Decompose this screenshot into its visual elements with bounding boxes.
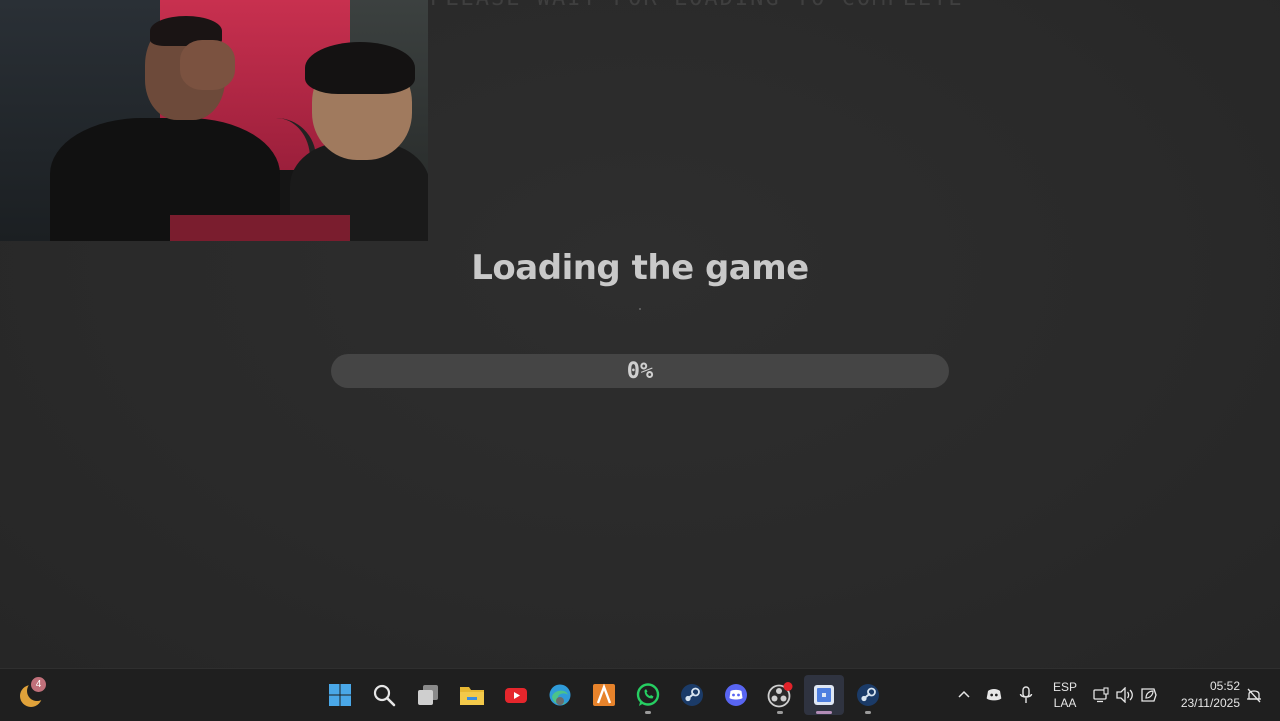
discord-icon [986,689,1002,701]
date-display: 23/11/2025 [1180,696,1240,710]
discord-icon [725,684,747,706]
windows-taskbar: 4 ESP LAA 05:52 23/11/2025 [0,668,1280,721]
file-explorer-button[interactable] [452,675,492,715]
notifications-button[interactable] [1246,669,1262,721]
running-indicator [777,711,783,714]
webcam-overlay [0,0,428,241]
file-explorer-icon [460,687,484,705]
task-view-icon [418,685,438,705]
language-code: ESP [1052,680,1077,694]
edge-button[interactable] [540,675,580,715]
volume-icon [1116,687,1133,703]
input-language-indicator[interactable]: ESP LAA [1050,679,1080,711]
start-button[interactable] [320,675,360,715]
loading-spinner-dot [639,308,641,310]
battery-saver-button[interactable] [1139,669,1159,721]
widgets-button[interactable]: 4 [18,677,48,709]
arc-app-button[interactable] [584,675,624,715]
running-indicator [645,711,651,714]
youtube-icon [505,688,527,703]
running-indicator [865,711,871,714]
steam-button[interactable] [672,675,712,715]
microphone-icon [1019,686,1033,703]
time-display: 05:52 [1209,679,1240,693]
loading-progress-bar: 0% [331,354,949,388]
discord-button[interactable] [716,675,756,715]
whatsapp-icon [636,683,660,706]
network-button[interactable] [1091,669,1111,721]
taskbar-app-list [320,675,892,715]
microphone-tray-button[interactable] [1014,669,1038,721]
roblox-icon [814,685,834,705]
chevron-up-icon [958,690,970,698]
bell-off-icon [1247,688,1261,703]
task-view-button[interactable] [408,675,448,715]
youtube-button[interactable] [496,675,536,715]
steam-icon [681,684,703,706]
active-indicator [816,711,832,714]
discord-tray-button[interactable] [982,669,1006,721]
obs-icon [767,682,793,708]
steam-running-button[interactable] [848,675,888,715]
edge-icon [549,684,571,706]
loading-banner-text: PLEASE WAIT FOR LOADING TO COMPLETE [430,0,970,11]
obs-button[interactable] [760,675,800,715]
loading-title: Loading the game [471,248,809,288]
network-icon [1093,687,1109,703]
search-button[interactable] [364,675,404,715]
steam-icon [857,684,879,706]
battery-leaf-icon [1141,688,1157,702]
volume-button[interactable] [1115,669,1135,721]
show-hidden-icons-button[interactable] [952,669,976,721]
widget-badge: 4 [31,677,46,692]
game-loading-screen: PLEASE WAIT FOR LOADING TO COMPLETE Load… [0,0,1280,668]
search-icon [373,684,396,707]
arc-app-icon [593,683,615,706]
progress-percent-label: 0% [626,358,654,384]
clock[interactable]: 05:52 23/11/2025 [1170,678,1240,712]
keyboard-layout: LAA [1053,696,1077,710]
roblox-button[interactable] [804,675,844,715]
windows-start-icon [329,684,351,706]
whatsapp-button[interactable] [628,675,668,715]
